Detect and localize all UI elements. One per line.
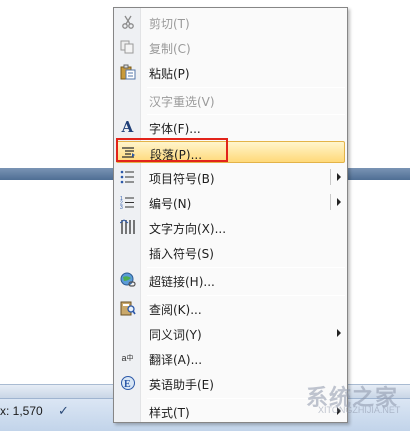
hyperlink-icon	[119, 272, 136, 288]
translate-icon: a中	[121, 353, 134, 363]
menu-item-copy[interactable]: 复制(C)	[116, 36, 345, 58]
menu-item-paste[interactable]: 粘贴(P)	[116, 61, 345, 83]
menu-item-label: 同义词(Y)	[149, 328, 202, 342]
menu-item-cut[interactable]: 剪切(T)	[116, 11, 345, 33]
menu-separator	[147, 295, 345, 296]
context-menu: 剪切(T) 复制(C) 粘贴(P) 汉字重选(V) A 字体(F)... 段落(…	[113, 7, 348, 423]
menu-item-label: 编号(N)	[149, 197, 192, 211]
menu-item-label: 插入符号(S)	[149, 247, 214, 261]
paste-icon	[119, 64, 136, 80]
menu-item-text-direction[interactable]: 文字方向(X)...	[116, 216, 345, 238]
menu-item-translate[interactable]: a中 翻译(A)...	[116, 347, 345, 369]
submenu-arrow-icon	[337, 173, 341, 181]
menu-item-insert-symbol[interactable]: 插入符号(S)	[116, 241, 345, 263]
submenu-arrow-icon	[337, 198, 341, 206]
menu-item-label: 查阅(K)...	[149, 303, 202, 317]
menu-item-label: 文字方向(X)...	[149, 222, 227, 236]
menu-item-numbering[interactable]: 123 编号(N)	[116, 191, 345, 213]
menu-item-label: 复制(C)	[149, 42, 191, 56]
menu-item-font[interactable]: A 字体(F)...	[116, 116, 345, 138]
submenu-divider	[330, 169, 331, 185]
menu-item-hyperlink[interactable]: 超链接(H)...	[116, 269, 345, 291]
submenu-arrow-icon	[337, 329, 341, 337]
text-direction-icon	[119, 219, 136, 235]
status-position: x: 1,570	[0, 404, 43, 418]
menu-item-label: 英语助手(E)	[149, 378, 214, 392]
menu-item-research[interactable]: 查阅(K)...	[116, 297, 345, 319]
font-icon: A	[121, 118, 134, 136]
watermark-url: XITONGZHIJIA.NET	[318, 405, 401, 415]
svg-text:3: 3	[120, 205, 123, 209]
menu-item-label: 剪切(T)	[149, 17, 190, 31]
menu-item-label: 项目符号(B)	[149, 172, 215, 186]
numbering-icon: 123	[119, 194, 136, 210]
submenu-divider	[330, 194, 331, 210]
menu-item-label: 超链接(H)...	[149, 275, 215, 289]
copy-icon	[119, 39, 136, 55]
menu-item-label: 汉字重选(V)	[149, 95, 215, 109]
menu-item-synonyms[interactable]: 同义词(Y)	[116, 322, 345, 344]
menu-item-label: 样式(T)	[149, 406, 190, 420]
scissors-icon	[119, 14, 136, 30]
menu-item-label: 字体(F)...	[149, 122, 201, 136]
menu-separator	[147, 267, 345, 268]
english-assistant-icon: E	[119, 375, 136, 391]
proofing-check-icon[interactable]: ✓	[58, 404, 78, 419]
bullets-icon	[119, 169, 136, 185]
menu-separator	[147, 87, 345, 88]
menu-item-label: 粘贴(P)	[149, 67, 190, 81]
svg-text:E: E	[124, 379, 131, 390]
menu-separator	[147, 114, 345, 115]
menu-item-bullets[interactable]: 项目符号(B)	[116, 166, 345, 188]
menu-item-reconvert[interactable]: 汉字重选(V)	[116, 89, 345, 111]
highlight-annotation-box	[116, 138, 228, 162]
menu-item-label: 翻译(A)...	[149, 353, 203, 367]
research-icon	[119, 300, 136, 316]
